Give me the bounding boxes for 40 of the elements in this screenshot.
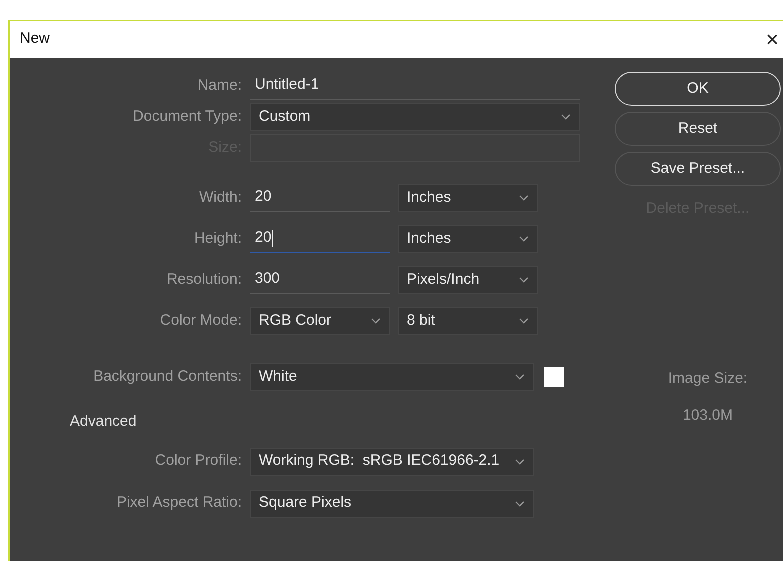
dialog-button[interactable]: Reset: [615, 112, 781, 146]
dialog-button[interactable]: Save Preset...: [615, 152, 781, 186]
field-label: Background Contents:: [92, 366, 242, 387]
dropdown[interactable]: Inches: [398, 225, 538, 253]
field-label: Document Type:: [132, 106, 242, 127]
field-label: Height:: [193, 228, 242, 249]
window-title: New: [20, 29, 50, 50]
section-heading: Advanced: [70, 412, 138, 432]
chevron-down-icon: [561, 114, 571, 120]
text-field[interactable]: Untitled-1: [250, 72, 580, 100]
dropdown[interactable]: 8 bit: [398, 307, 538, 335]
chevron-down-icon: [519, 318, 529, 324]
dropdown[interactable]: White: [250, 363, 534, 391]
image-size-value: 103.0M: [682, 406, 734, 426]
image-size-label: Image Size:: [668, 369, 748, 389]
chevron-down-icon: [519, 236, 529, 242]
color-swatch[interactable]: [544, 367, 564, 387]
dropdown[interactable]: Inches: [398, 184, 538, 212]
chevron-down-icon: [515, 458, 525, 464]
close-button[interactable]: ×: [766, 28, 779, 50]
field-label: Pixel Aspect Ratio:: [116, 493, 242, 514]
field-label: Color Profile:: [154, 451, 242, 472]
text-field[interactable]: 20: [250, 225, 390, 253]
field-label: Resolution:: [166, 270, 242, 290]
field-label: Color Mode:: [159, 310, 242, 331]
field-label: Name:: [196, 76, 242, 96]
dropdown[interactable]: Working RGB: sRGB IEC61966-2.1: [250, 448, 534, 476]
chevron-down-icon: [371, 318, 381, 324]
chevron-down-icon: [519, 195, 529, 201]
chevron-down-icon: [519, 277, 529, 283]
dropdown[interactable]: RGB Color: [250, 307, 390, 335]
dropdown[interactable]: Square Pixels: [250, 490, 534, 518]
dialog-button[interactable]: OK: [615, 72, 781, 106]
text-field[interactable]: 20: [250, 184, 390, 212]
dropdown[interactable]: Custom: [250, 103, 580, 131]
text-field[interactable]: 300: [250, 266, 390, 294]
field-label: Width:: [198, 188, 242, 208]
dropdown[interactable]: Pixels/Inch: [398, 266, 538, 294]
chevron-down-icon: [515, 374, 525, 380]
chevron-down-icon: [515, 500, 525, 506]
